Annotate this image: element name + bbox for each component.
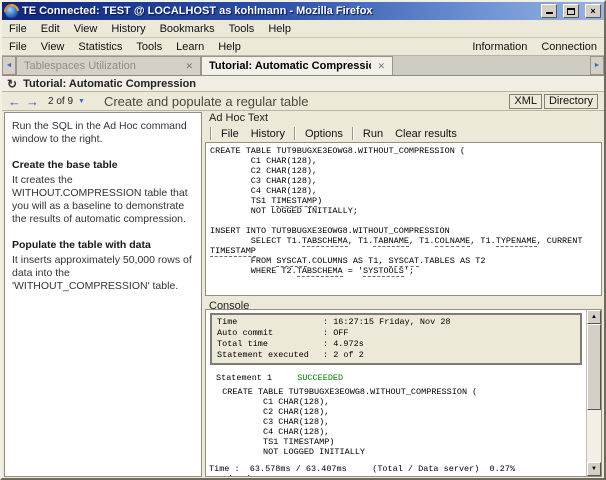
console-panel: Time : 16:27:15 Friday, Nov 28 Auto comm… [205,309,602,477]
firefox-menubar: File Edit View History Bookmarks Tools Help [2,20,604,38]
summary-label: Statement executed [217,350,309,360]
scroll-down-icon[interactable]: ▼ [587,462,601,476]
statement-sql-echo: CREATE TABLE TUT9BUGXE3EOWG8.WITHOUT_COM… [222,387,478,457]
console-scrollbar[interactable]: ▲ ▼ [586,310,601,476]
toolbar-separator [351,127,354,140]
summary-value: : 4.972s [323,339,364,349]
toolbar-separator [210,127,212,140]
app-menu-item[interactable]: File [2,40,34,54]
forward-arrow-icon[interactable]: → [26,95,39,108]
title-bar: TE Connected: TEST @ LOCALHOST as kohlma… [2,2,604,20]
app-menu-item[interactable]: Learn [169,40,211,54]
step-title: Create and populate a regular table [103,93,309,109]
instruction-body: Run the SQL in the Ad Hoc command window… [12,120,187,145]
tab-tutorial-automatic-compression[interactable]: Tutorial: Automatic Compression ✕ [201,56,393,75]
tab-scroll-right-icon[interactable]: ► [590,56,604,75]
console-title: Console [209,300,250,312]
adhoc-history-button[interactable]: History [244,126,291,141]
instruction-body: It creates the WITHOUT.COMPRESSION table… [12,174,188,225]
firefox-menu-item[interactable]: Bookmarks [153,22,222,36]
right-column: Ad Hoc Text File History Options Run Cle… [205,112,602,477]
maximize-button[interactable] [563,4,579,18]
tab-bar: ◄ Tablespaces Utilization ✕ Tutorial: Au… [2,56,604,76]
firefox-menu-item[interactable]: View [67,22,105,36]
instruction-body: It inserts approximately 50,000 rows of … [12,254,192,292]
scrollbar-thumb[interactable] [587,324,601,410]
adhoc-title: Ad Hoc Text [209,112,269,124]
statement-time-line: Time : 63.578ms / 63.407ms (Total / Data… [209,464,516,476]
app-menu-item[interactable]: Help [211,40,248,54]
summary-value: : 16:27:15 Friday, Nov 28 [323,317,451,327]
instruction-heading: Populate the table with data [12,239,151,251]
tab-tablespaces-utilization[interactable]: Tablespaces Utilization ✕ [16,56,201,75]
app-menu-item-right[interactable]: Information [465,40,534,54]
page-header: ↻ Tutorial: Automatic Compression [2,76,604,92]
instructions-panel: Run the SQL in the Ad Hoc command window… [4,112,202,477]
adhoc-clear-results-button[interactable]: Clear results [389,126,463,141]
firefox-window: TE Connected: TEST @ LOCALHOST as kohlma… [0,0,606,480]
statement-result-row: Statement 1 SUCCEEDED [209,373,583,383]
tab-close-icon[interactable]: ✕ [185,61,193,72]
summary-label: Total time [217,339,269,349]
main-content: Run the SQL in the Ad Hoc command window… [2,111,604,478]
firefox-menu-item[interactable]: File [2,22,34,36]
firefox-icon [5,4,18,18]
console-output: Time : 16:27:15 Friday, Nov 28 Auto comm… [206,310,586,476]
scrollbar-track[interactable] [587,324,601,462]
refresh-icon[interactable]: ↻ [7,78,17,90]
summary-value: : 2 of 2 [323,350,364,360]
app-menu-item-right[interactable]: Connection [534,40,604,54]
summary-label: Auto commit [217,328,274,338]
instruction-section: Run the SQL in the Ad Hoc command window… [12,120,194,146]
directory-button[interactable]: Directory [543,93,598,109]
close-button[interactable]: × [585,4,601,18]
firefox-menu-item[interactable]: Help [261,22,298,36]
sql-editor[interactable]: CREATE TABLE TUT9BUGXE3EOWG8.WITHOUT_COM… [205,142,602,296]
statement-status: SUCCEEDED [297,373,344,383]
console-summary-row: Total time : 4.972s [217,339,575,350]
scroll-up-icon[interactable]: ▲ [587,310,601,324]
app-menu-item[interactable]: View [34,40,72,54]
summary-value: : OFF [323,328,349,338]
console-summary-row: Time : 16:27:15 Friday, Nov 28 [217,317,575,328]
firefox-menu-item[interactable]: Tools [222,22,262,36]
back-arrow-icon[interactable]: ← [8,95,21,108]
instruction-heading: Create the base table [12,159,118,171]
adhoc-run-button[interactable]: Run [356,126,390,141]
instruction-section: Populate the table with data It inserts … [12,239,194,293]
adhoc-file-button[interactable]: File [215,126,245,141]
console-summary-row: Statement executed : 2 of 2 [217,350,575,361]
app-menubar: File View Statistics Tools Learn Help Informa… [2,38,604,56]
tab-close-icon[interactable]: ✕ [377,61,385,72]
step-navigation: ← → 2 of 9 ▼ Create and populate a regul… [2,92,604,111]
app-menu-item[interactable]: Tools [129,40,169,54]
minimize-button[interactable] [541,4,557,18]
tab-scroll-left-icon[interactable]: ◄ [2,56,16,75]
firefox-menu-item[interactable]: Edit [34,22,67,36]
firefox-menu-item[interactable]: History [104,22,152,36]
adhoc-options-button[interactable]: Options [298,126,349,141]
toolbar-separator [293,127,296,140]
instruction-section: Create the base table It creates the WIT… [12,159,194,226]
console-summary-box: Time : 16:27:15 Friday, Nov 28 Auto comm… [210,313,582,365]
window-title: TE Connected: TEST @ LOCALHOST as kohlma… [22,5,373,17]
page-title: Tutorial: Automatic Compression [23,77,197,90]
app-menu-item[interactable]: Statistics [71,40,129,54]
summary-label: Time [217,317,238,327]
step-indicator: 2 of 9 [48,95,74,107]
adhoc-toolbar: File History Options Run Clear results [205,125,602,142]
step-dropdown-icon[interactable]: ▼ [78,98,85,105]
xml-button[interactable]: XML [509,93,542,109]
statement-label: Statement 1 [216,373,273,383]
console-summary-row: Auto commit : OFF [217,328,575,339]
